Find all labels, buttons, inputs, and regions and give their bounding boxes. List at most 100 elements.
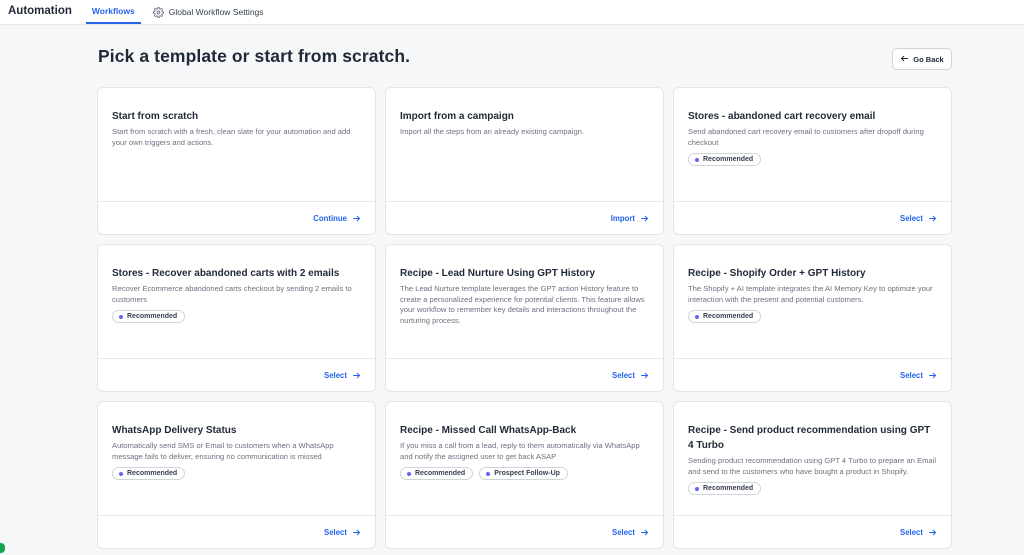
badge-dot-icon — [695, 486, 699, 491]
template-card-action-button[interactable]: Select — [324, 528, 361, 537]
arrow-left-icon — [900, 54, 909, 65]
template-card[interactable]: Recipe - Send product recommendation usi… — [673, 401, 952, 549]
template-card-title: Stores - Recover abandoned carts with 2 … — [112, 268, 340, 279]
template-card-footer: Select — [674, 358, 951, 391]
template-card-footer: Continue — [98, 201, 375, 234]
template-card-description: Sending product recommendation using GPT… — [688, 456, 937, 476]
template-card-action-label: Select — [612, 370, 635, 380]
template-card-body: Stores - Recover abandoned carts with 2 … — [98, 245, 375, 359]
template-card-title: Recipe - Missed Call WhatsApp-Back — [400, 425, 577, 436]
template-card-body: Start from scratch Start from scratch wit… — [98, 88, 375, 202]
template-card-action-label: Select — [900, 213, 923, 223]
badge-dot-icon — [407, 471, 411, 476]
template-card-action-button[interactable]: Select — [612, 528, 649, 537]
template-card-footer: Select — [98, 358, 375, 391]
template-card-action-button[interactable]: Select — [324, 371, 361, 380]
template-card-title: WhatsApp Delivery Status — [112, 425, 237, 436]
app-title: Automation — [8, 4, 72, 17]
arrow-right-icon — [640, 528, 649, 537]
tag-badge: Recommended — [688, 482, 762, 495]
page-title: Pick a template or start from scratch. — [98, 46, 411, 66]
go-back-button[interactable]: Go Back — [892, 48, 952, 70]
arrow-right-icon — [640, 214, 649, 223]
badge-dot-icon — [119, 471, 123, 476]
tag-badge-label: Recommended — [127, 470, 178, 477]
arrow-right-icon — [352, 528, 361, 537]
template-card-footer: Select — [386, 515, 663, 548]
go-back-label: Go Back — [913, 54, 944, 64]
template-card[interactable]: Recipe - Missed Call WhatsApp-Back If you… — [385, 401, 664, 549]
template-card[interactable]: Stores - Recover abandoned carts with 2 … — [97, 244, 376, 392]
template-card-title: Recipe - Lead Nurture Using GPT History — [400, 268, 596, 279]
template-card-description: If you miss a call from a lead, reply to… — [400, 441, 640, 461]
tag-badge: Recommended — [688, 153, 762, 166]
tag-badge-label: Recommended — [127, 313, 178, 320]
tag-badge: Prospect Follow-Up — [479, 467, 568, 480]
badge-list: Recommended — [688, 310, 937, 323]
tag-badge-label: Recommended — [415, 470, 466, 477]
template-card-body: Stores - abandoned cart recovery email Se… — [674, 88, 951, 202]
template-card-action-label: Select — [324, 370, 347, 380]
template-card-description: Start from scratch with a fresh, clean s… — [112, 127, 351, 147]
template-card-action-label: Select — [324, 527, 347, 537]
tab-global-workflow-settings-label: Global Workflow Settings — [168, 7, 264, 17]
tag-badge: Recommended — [400, 467, 474, 480]
arrow-right-icon — [928, 371, 937, 380]
arrow-right-icon — [928, 528, 937, 537]
template-card-title: Start from scratch — [112, 111, 199, 122]
template-card[interactable]: Recipe - Shopify Order + GPT History The … — [673, 244, 952, 392]
template-card-description: Automatically send SMS or Email to custo… — [112, 441, 334, 461]
template-card-action-label: Select — [900, 527, 923, 537]
badge-list: Recommended — [112, 467, 361, 480]
template-card-description: The Lead Nurture template leverages the … — [400, 284, 645, 325]
template-card[interactable]: WhatsApp Delivery Status Automatically se… — [97, 401, 376, 549]
template-card-action-button[interactable]: Select — [900, 214, 937, 223]
tag-badge-label: Recommended — [703, 313, 754, 320]
arrow-right-icon — [352, 371, 361, 380]
badge-list: Recommended — [112, 310, 361, 323]
template-card-footer: Import — [386, 201, 663, 234]
tag-badge-label: Prospect Follow-Up — [494, 470, 560, 477]
template-card-title: Stores - abandoned cart recovery email — [688, 111, 876, 122]
template-card-body: Recipe - Shopify Order + GPT History The … — [674, 245, 951, 359]
gear-icon — [152, 6, 164, 18]
status-indicator — [0, 543, 5, 553]
template-card-action-label: Continue — [313, 213, 347, 223]
template-card-action-button[interactable]: Import — [611, 214, 649, 223]
tag-badge-label: Recommended — [703, 485, 754, 492]
template-card-footer: Select — [674, 201, 951, 234]
template-card-footer: Select — [674, 515, 951, 548]
tab-global-workflow-settings[interactable]: Global Workflow Settings — [147, 0, 270, 24]
template-card-description: Recover Ecommerce abandoned carts checko… — [112, 284, 352, 304]
tag-badge-label: Recommended — [703, 156, 754, 163]
tab-workflows[interactable]: Workflows — [85, 0, 141, 24]
template-card[interactable]: Recipe - Lead Nurture Using GPT History T… — [385, 244, 664, 392]
tag-badge: Recommended — [112, 310, 186, 323]
template-card-action-button[interactable]: Continue — [313, 214, 361, 223]
template-card-action-button[interactable]: Select — [612, 371, 649, 380]
template-card-title: Import from a campaign — [400, 111, 514, 122]
template-card-body: Recipe - Send product recommendation usi… — [674, 402, 951, 516]
badge-list: Recommended — [688, 153, 937, 166]
template-card-body: Recipe - Missed Call WhatsApp-Back If you… — [386, 402, 663, 516]
arrow-right-icon — [928, 214, 937, 223]
template-card-action-label: Select — [900, 370, 923, 380]
template-card-action-button[interactable]: Select — [900, 528, 937, 537]
template-card[interactable]: Import from a campaign Import all the ste… — [385, 87, 664, 235]
badge-dot-icon — [486, 471, 491, 476]
template-card-footer: Select — [98, 515, 375, 548]
template-card-body: WhatsApp Delivery Status Automatically se… — [98, 402, 375, 516]
template-card[interactable]: Stores - abandoned cart recovery email Se… — [673, 87, 952, 235]
badge-list: Recommended — [688, 482, 937, 495]
top-nav-bar: Automation Workflows Global Workflow Set… — [0, 0, 1024, 25]
badge-list: Recommended Prospect Follow-Up — [400, 467, 649, 480]
template-card-title: Recipe - Shopify Order + GPT History — [688, 268, 866, 279]
arrow-right-icon — [352, 214, 361, 223]
template-card-body: Recipe - Lead Nurture Using GPT History T… — [386, 245, 663, 359]
tag-badge: Recommended — [112, 467, 186, 480]
template-card-action-label: Import — [610, 213, 635, 223]
template-card-action-button[interactable]: Select — [900, 371, 937, 380]
tab-workflows-label: Workflows — [91, 6, 135, 16]
template-card[interactable]: Start from scratch Start from scratch wit… — [97, 87, 376, 235]
badge-dot-icon — [695, 314, 699, 319]
